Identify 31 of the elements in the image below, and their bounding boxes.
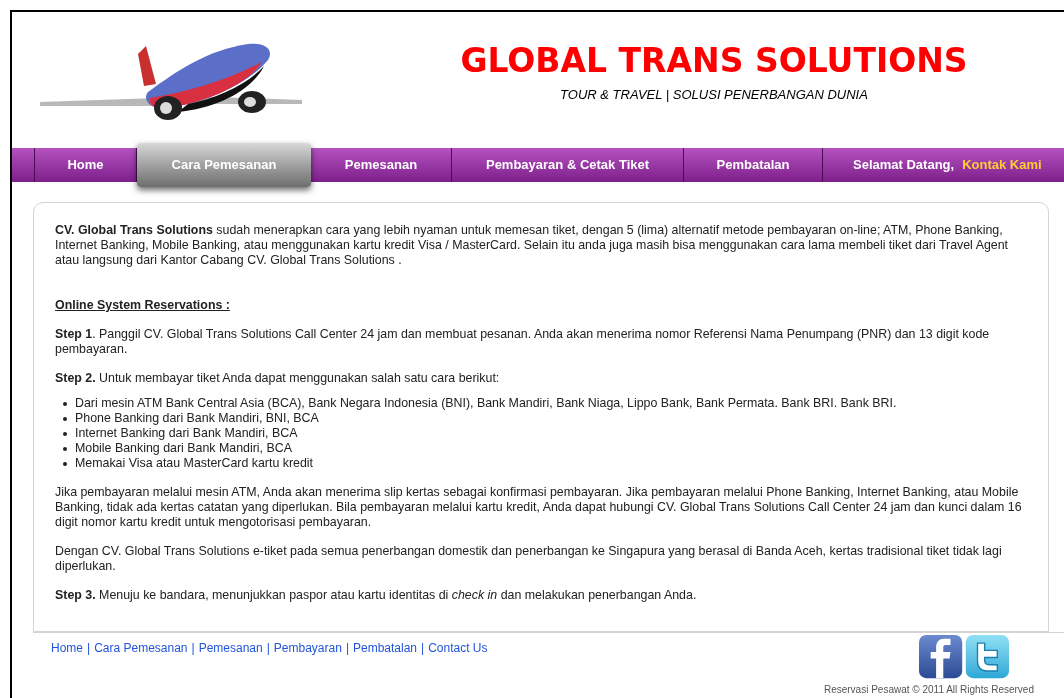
footer-link[interactable]: Home — [51, 639, 83, 657]
list-item: Internet Banking dari Bank Mandiri, BCA — [75, 426, 298, 441]
link-separator: | — [191, 640, 195, 657]
site-title: GLOBAL TRANS SOLUTIONS — [460, 39, 968, 81]
paragraph: Step 1. Panggil CV. Global Trans Solutions Call Center 24 jam dan membuat pesanan. Anda akan menerima nomor Referensi Nama Penumpang (PNR) dan 13 digit kode pembayaran. — [55, 327, 991, 357]
tagline: TOUR & TRAVEL | SOLUSI PENERBANGAN DUNIA — [560, 85, 868, 104]
list-item: Mobile Banking dari Bank Mandiri, BCA — [75, 441, 292, 456]
link-separator: | — [87, 640, 91, 657]
paragraph: Jika pembayaran melalui mesin ATM, Anda akan menerima slip kertas sebagai konfirmasi pembayaran. Jika pembayaran melalui Phone Banking, Internet Banking, atau Mobile Banking, tidak ada kertas catatan yang diperlukan. Bila pembayaran melalui kartu kredit, Anda dapat hubungi CV. Global Trans Solutions Call Center 24 jam dan kunci dalam 16 digit nomor kartu kredit untuk mengotorisasi pembayaran. — [55, 485, 1023, 530]
paragraph: Step 2. Untuk membayar tiket Anda dapat menggunakan salah satu cara berikut: — [55, 371, 501, 386]
nav-tab[interactable]: Pembatalan — [684, 148, 823, 182]
nav-tab[interactable]: Pembayaran & Cetak Tiket — [452, 148, 684, 182]
paragraph: Step 3. Menuju ke bandara, menunjukkan paspor atau kartu identitas di check in dan melakukan penerbangan Anda. — [55, 588, 698, 603]
contact-link[interactable]: Kontak Kami — [962, 155, 1042, 175]
footer-link[interactable]: Pembayaran — [273, 639, 342, 657]
link-separator: | — [266, 640, 270, 657]
list-item: Memakai Visa atau MasterCard kartu kredit — [75, 456, 314, 471]
welcome-text: Selamat Datang, — [853, 156, 955, 175]
list-item: Phone Banking dari Bank Mandiri, BNI, BCA — [75, 411, 319, 426]
paragraph: Dengan CV. Global Trans Solutions e-tiket pada semua penerbangan domestik dan penerbangan ke Singapura yang berasal di Banda Aceh, kertas tradisional tiket tidak lagi diperlukan. — [55, 544, 1003, 574]
footer-link[interactable]: Pemesanan — [198, 639, 263, 657]
intro-paragraph: CV. Global Trans Solutions sudah menerapkan cara yang lebih nyaman untuk memesan tiket, dengan 5 (lima) alternatif metode pembayaran on-line; ATM, Phone Banking, Internet Banking, Mobile Banking, atau menggunakan kartu kredit Visa / MasterCard. Selain itu anda juga masih bisa menggunakan cara lama membeli tiket dari Travel Agent atau langsung dari Kantor Cabang CV. Global Trans Solutions . — [55, 223, 1009, 268]
nav-tab[interactable]: Pemesanan — [311, 148, 452, 182]
footer-link[interactable]: Cara Pemesanan — [94, 639, 188, 657]
list-item: Dari mesin ATM Bank Central Asia (BCA), Bank Negara Indonesia (BNI), Bank Mandiri, Bank Niaga, Lippo Bank, Bank Permata. Bank BRI. Bank BRI. — [75, 396, 897, 411]
link-separator: | — [345, 640, 349, 657]
footer-link[interactable]: Pembatalan — [353, 639, 418, 657]
footer-link[interactable]: Contact Us — [428, 639, 488, 657]
section-heading: Online System Reservations : — [55, 298, 231, 313]
link-separator: | — [421, 640, 425, 657]
copyright-text: Reservasi Pesawat © 2011 All Rights Reserved — [823, 683, 1034, 697]
